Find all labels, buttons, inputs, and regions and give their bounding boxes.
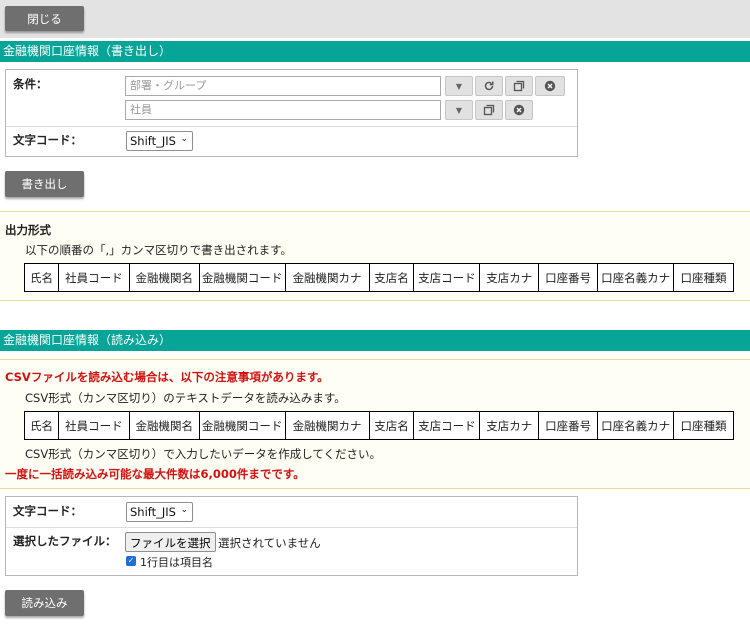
column-cell: 支店名 bbox=[368, 263, 415, 292]
export-charset-label: 文字コード： bbox=[13, 133, 82, 147]
column-cell: 金融機関コード bbox=[198, 411, 286, 440]
file-label: 選択したファイル： bbox=[13, 534, 117, 548]
department-dropdown-button[interactable]: ▼ bbox=[445, 76, 473, 96]
column-cell: 金融機関カナ bbox=[284, 263, 370, 292]
column-cell: 金融機関コード bbox=[198, 263, 286, 292]
export-button[interactable]: 書き出し bbox=[5, 171, 84, 197]
choose-file-button[interactable]: ファイルを選択 bbox=[125, 532, 216, 552]
import-button[interactable]: 読み込み bbox=[5, 590, 84, 616]
import-notice-title: CSVファイルを読み込む場合は、以下の注意事項があります。 bbox=[5, 370, 329, 384]
export-section-title: 金融機関口座情報（書き出し） bbox=[0, 41, 750, 62]
copy-icon bbox=[483, 104, 495, 116]
column-cell: 社員コード bbox=[57, 263, 130, 292]
column-cell: 氏名 bbox=[24, 263, 59, 292]
clear-icon bbox=[544, 80, 556, 92]
output-format-panel: 出力形式 以下の順番の「,」カンマ区切りで書き出されます。 氏名 社員コード 金… bbox=[0, 211, 750, 301]
output-format-title: 出力形式 bbox=[5, 223, 51, 237]
import-notice-line2: CSV形式（カンマ区切り）で入力したいデータを作成してください。 bbox=[25, 447, 382, 461]
employee-dropdown-button[interactable]: ▼ bbox=[445, 100, 473, 120]
copy-icon bbox=[513, 80, 525, 92]
import-columns-table: 氏名 社員コード 金融機関名 金融機関コード 金融機関カナ 支店名 支店コード … bbox=[24, 411, 734, 440]
department-group-input[interactable]: 部署・グループ bbox=[125, 76, 441, 96]
top-toolbar bbox=[0, 0, 750, 38]
column-cell: 金融機関カナ bbox=[284, 411, 370, 440]
import-limit-note: 一度に一括読み込み可能な最大件数は6,000件までです。 bbox=[5, 467, 305, 481]
form-divider bbox=[6, 527, 577, 528]
condition-label: 条件： bbox=[13, 77, 48, 91]
column-cell: 口座番号 bbox=[538, 411, 599, 440]
chevron-down-icon: ▼ bbox=[455, 105, 463, 115]
column-cell: 口座種類 bbox=[673, 263, 734, 292]
department-refresh-button[interactable] bbox=[475, 76, 503, 96]
column-cell: 支店コード bbox=[413, 263, 481, 292]
export-charset-value: Shift_JIS bbox=[130, 134, 176, 148]
refresh-icon bbox=[484, 81, 494, 91]
form-divider bbox=[6, 126, 577, 127]
import-charset-select[interactable]: Shift_JIS ⌄ bbox=[126, 502, 193, 522]
header-row-checkbox[interactable]: ✓ bbox=[126, 556, 136, 566]
chevron-down-icon: ▼ bbox=[455, 81, 463, 91]
chevron-down-icon: ⌄ bbox=[180, 505, 188, 515]
table-row: 氏名 社員コード 金融機関名 金融機関コード 金融機関カナ 支店名 支店コード … bbox=[24, 411, 734, 440]
column-cell: 金融機関名 bbox=[128, 263, 200, 292]
column-cell: 支店カナ bbox=[479, 411, 540, 440]
export-charset-select[interactable]: Shift_JIS ⌄ bbox=[126, 131, 193, 151]
column-cell: 支店コード bbox=[413, 411, 481, 440]
employee-input[interactable]: 社員 bbox=[125, 100, 441, 120]
close-button[interactable]: 閉じる bbox=[5, 6, 84, 31]
department-clear-button[interactable] bbox=[535, 76, 565, 96]
column-cell: 社員コード bbox=[57, 411, 130, 440]
output-columns-table: 氏名 社員コード 金融機関名 金融機関コード 金融機関カナ 支店名 支店コード … bbox=[24, 263, 734, 292]
employee-clear-button[interactable] bbox=[505, 100, 533, 120]
chevron-down-icon: ⌄ bbox=[180, 134, 188, 144]
import-form: 文字コード： Shift_JIS ⌄ 選択したファイル： ファイルを選択 選択さ… bbox=[5, 496, 578, 576]
department-select-button[interactable] bbox=[505, 76, 533, 96]
table-row: 氏名 社員コード 金融機関名 金融機関コード 金融機関カナ 支店名 支店コード … bbox=[24, 263, 734, 292]
column-cell: 口座種類 bbox=[673, 411, 734, 440]
import-section-title: 金融機関口座情報（読み込み） bbox=[0, 330, 750, 351]
column-cell: 氏名 bbox=[24, 411, 59, 440]
employee-select-button[interactable] bbox=[475, 100, 503, 120]
export-form: 条件： 部署・グループ ▼ 社員 ▼ 文字コード： Shift_JIS ⌄ bbox=[5, 69, 578, 157]
column-cell: 口座名義カナ bbox=[597, 411, 675, 440]
column-cell: 支店名 bbox=[368, 411, 415, 440]
import-notice-line1: CSV形式（カンマ区切り）のテキストデータを読み込みます。 bbox=[25, 391, 346, 405]
clear-icon bbox=[513, 104, 525, 116]
header-row-checkbox-label: 1行目は項目名 bbox=[140, 556, 213, 569]
import-charset-label: 文字コード： bbox=[13, 504, 82, 518]
output-format-description: 以下の順番の「,」カンマ区切りで書き出されます。 bbox=[25, 243, 293, 257]
column-cell: 金融機関名 bbox=[128, 411, 200, 440]
import-notice-panel: CSVファイルを読み込む場合は、以下の注意事項があります。 CSV形式（カンマ区… bbox=[0, 359, 750, 489]
column-cell: 口座番号 bbox=[538, 263, 599, 292]
import-charset-value: Shift_JIS bbox=[130, 505, 176, 519]
column-cell: 支店カナ bbox=[479, 263, 540, 292]
file-status: 選択されていません bbox=[218, 536, 321, 550]
column-cell: 口座名義カナ bbox=[597, 263, 675, 292]
